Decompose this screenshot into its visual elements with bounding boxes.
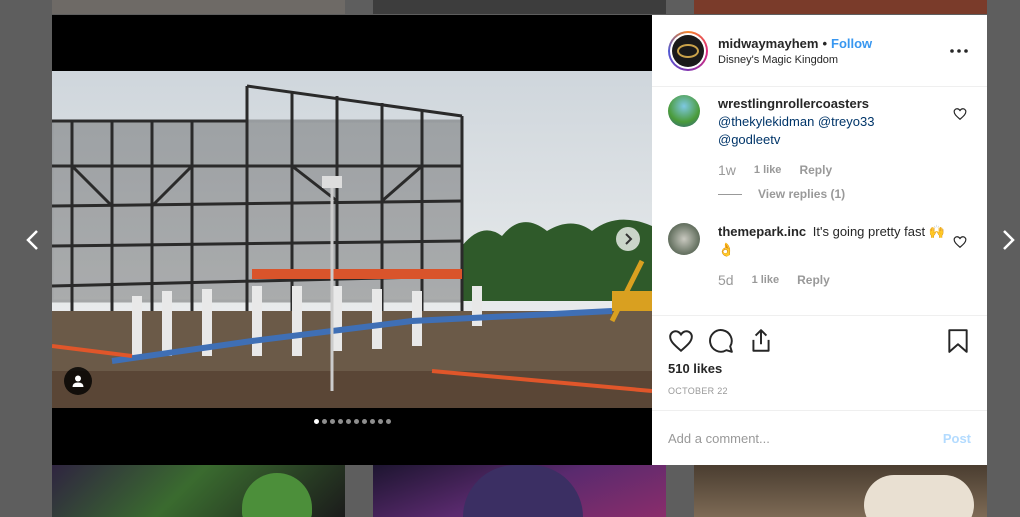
comment-text: It's going pretty fast xyxy=(812,224,926,239)
post-date[interactable]: OCTOBER 22 xyxy=(668,386,971,396)
tile-figure xyxy=(463,465,583,517)
commenter-username[interactable]: themepark.inc xyxy=(718,224,806,239)
comment-composer: Post xyxy=(652,410,987,465)
divider xyxy=(718,193,742,195)
comment-time[interactable]: 1w xyxy=(718,161,736,179)
post-modal: midwaymayhem • Follow Disney's Magic Kin… xyxy=(52,15,987,465)
reply-button[interactable]: Reply xyxy=(797,271,830,289)
carousel-dot xyxy=(369,419,375,424)
follow-button[interactable]: Follow xyxy=(831,36,872,51)
view-replies-label: View replies (1) xyxy=(758,187,846,201)
location-link[interactable]: Disney's Magic Kingdom xyxy=(718,54,947,66)
post-media[interactable] xyxy=(52,15,652,465)
grid-tile-bottom-left[interactable] xyxy=(52,465,345,517)
carousel-dot xyxy=(353,419,359,424)
comment-likes[interactable]: 1 like xyxy=(754,161,782,179)
post-side-panel: midwaymayhem • Follow Disney's Magic Kin… xyxy=(652,15,987,465)
share-icon[interactable] xyxy=(748,328,774,354)
heart-icon[interactable] xyxy=(953,235,967,249)
comments-list: wrestlingnrollercoasters @thekylekidman … xyxy=(652,87,987,315)
view-replies-button[interactable]: View replies (1) xyxy=(718,187,971,201)
carousel-indicator xyxy=(52,419,652,424)
tile-figure xyxy=(864,475,974,517)
carousel-dot xyxy=(321,419,327,424)
construction-photo[interactable] xyxy=(52,71,652,408)
chevron-right-icon xyxy=(625,233,633,245)
like-heart-icon[interactable] xyxy=(668,328,694,354)
comment-item: themepark.inc It's going pretty fast 🙌👌 … xyxy=(668,223,971,289)
more-horizontal-icon xyxy=(950,48,968,53)
story-ring-avatar[interactable] xyxy=(668,30,708,71)
comment-item: wrestlingnrollercoasters @thekylekidman … xyxy=(668,95,971,179)
carousel-dot xyxy=(345,419,351,424)
post-actions: 510 likes OCTOBER 22 xyxy=(652,315,987,396)
carousel-dot xyxy=(377,419,383,424)
carousel-next-button[interactable] xyxy=(616,227,640,251)
chevron-right-icon xyxy=(1003,230,1015,250)
mention-link[interactable]: @thekylekidman xyxy=(718,114,814,129)
grid-tile-top-right[interactable] xyxy=(694,0,987,14)
post-comment-button[interactable]: Post xyxy=(943,431,971,446)
comment-bubble-icon[interactable] xyxy=(708,328,734,354)
reply-button[interactable]: Reply xyxy=(799,161,832,179)
heart-icon[interactable] xyxy=(953,107,967,121)
grid-tile-top-center[interactable] xyxy=(373,0,666,14)
construction-site-image xyxy=(52,71,652,408)
carousel-dot xyxy=(329,419,335,424)
bookmark-icon[interactable] xyxy=(945,328,971,354)
tile-figure xyxy=(242,473,312,517)
grid-tile-bottom-right[interactable] xyxy=(694,465,987,517)
mention-link[interactable]: @treyo33 xyxy=(818,114,875,129)
next-post-button[interactable] xyxy=(995,228,1019,252)
user-icon xyxy=(72,375,84,387)
author-username[interactable]: midwaymayhem xyxy=(718,36,818,51)
separator: • xyxy=(822,35,827,51)
comment-input[interactable] xyxy=(668,430,943,446)
carousel-dot xyxy=(385,419,391,424)
more-options-button[interactable] xyxy=(947,39,971,63)
comment-time[interactable]: 5d xyxy=(718,271,734,289)
chevron-left-icon xyxy=(26,230,38,250)
previous-post-button[interactable] xyxy=(22,228,46,252)
tagged-users-button[interactable] xyxy=(64,367,92,395)
grid-tile-bottom-center[interactable] xyxy=(373,465,666,517)
comment-likes[interactable]: 1 like xyxy=(752,271,780,289)
mention-link[interactable]: @godleetv xyxy=(718,132,780,147)
commenter-avatar[interactable] xyxy=(668,223,700,255)
carousel-dot xyxy=(337,419,343,424)
avatar xyxy=(672,34,704,67)
carousel-dot xyxy=(361,419,367,424)
commenter-avatar[interactable] xyxy=(668,95,700,127)
carousel-dot xyxy=(313,419,319,424)
post-header: midwaymayhem • Follow Disney's Magic Kin… xyxy=(652,15,987,87)
like-count[interactable]: 510 likes xyxy=(668,361,971,376)
grid-tile-top-left[interactable] xyxy=(52,0,345,14)
commenter-username[interactable]: wrestlingnrollercoasters xyxy=(718,96,869,111)
